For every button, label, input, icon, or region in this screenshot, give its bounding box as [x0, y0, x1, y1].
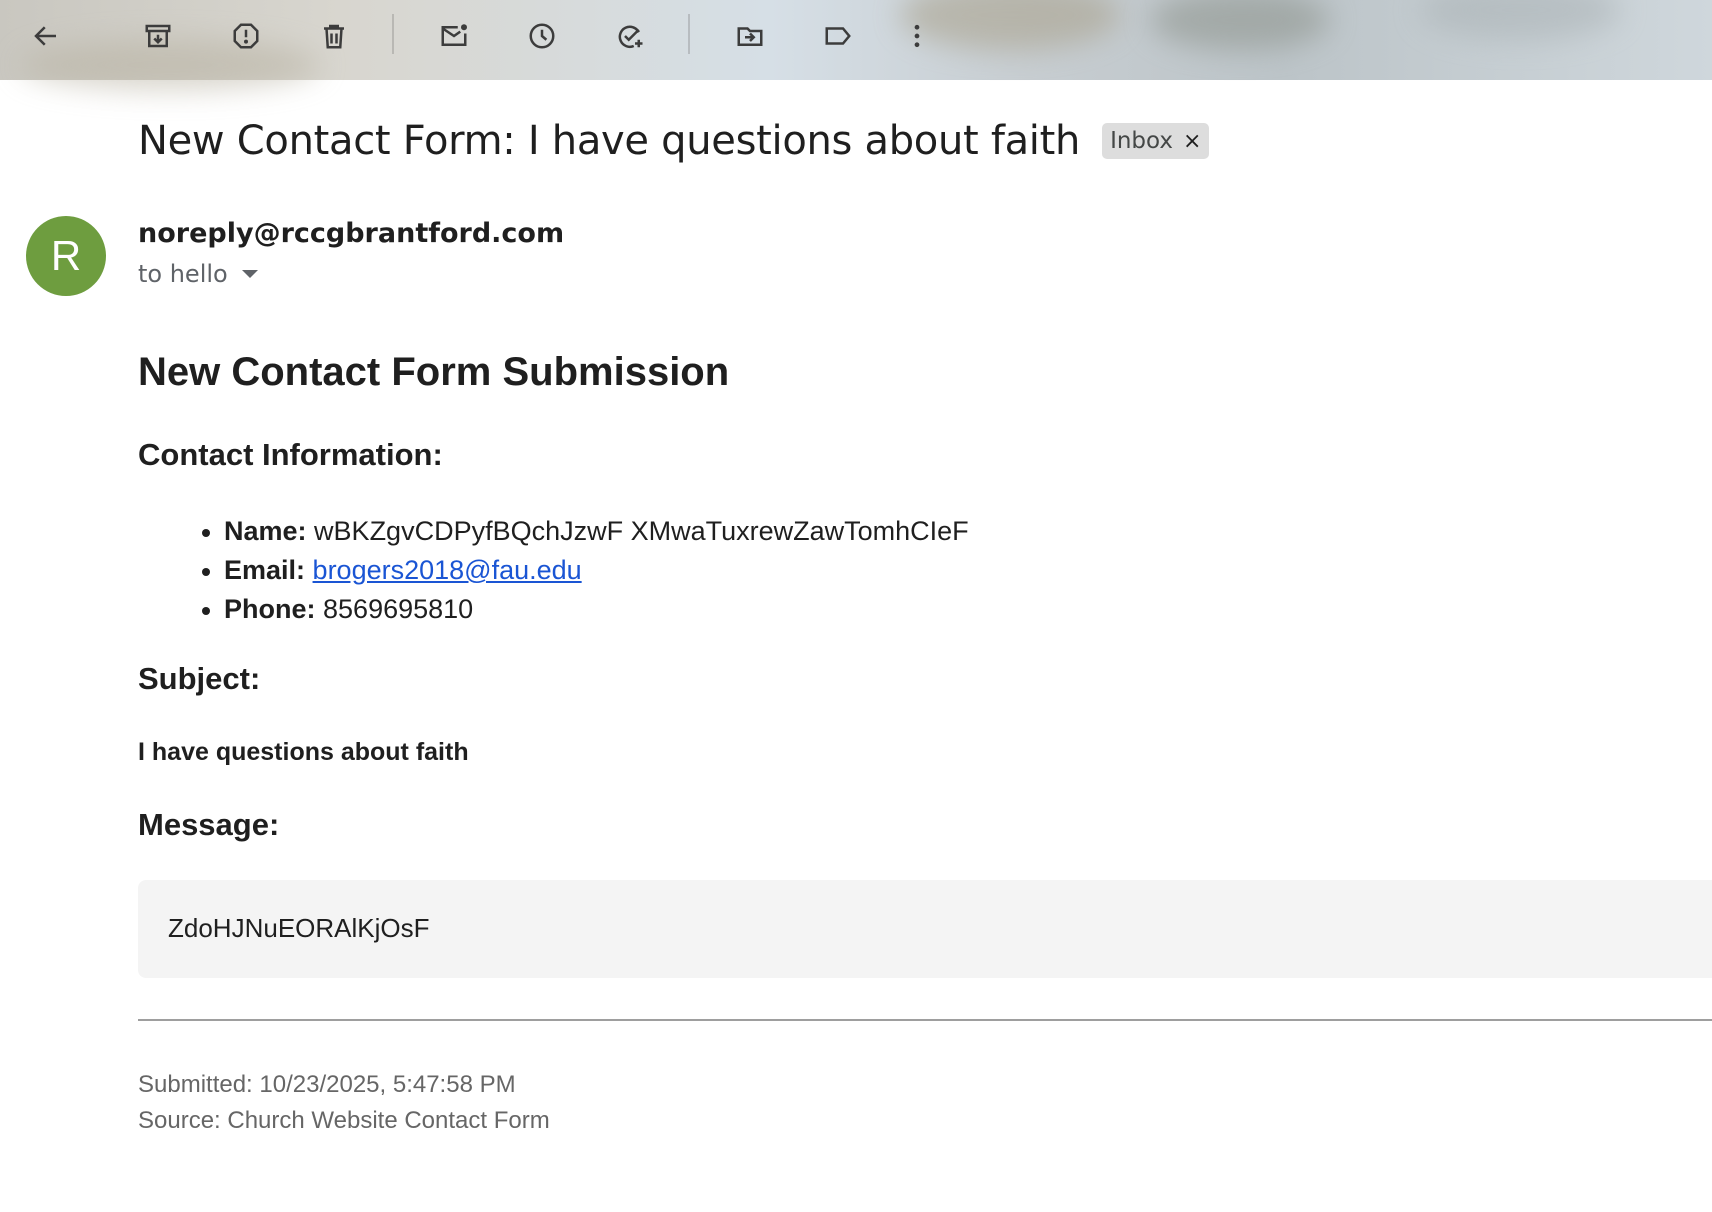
source-text: Source: Church Website Contact Form	[138, 1107, 550, 1134]
label-chip-text: Inbox	[1110, 128, 1173, 154]
message-heading: Message:	[138, 807, 280, 842]
submitted-timestamp: Submitted: 10/23/2025, 5:47:58 PM	[138, 1071, 516, 1098]
body-heading: New Contact Form Submission	[138, 350, 730, 394]
toolbar-divider	[392, 14, 394, 54]
subject-heading: Subject:	[138, 661, 261, 696]
avatar[interactable]: R	[26, 216, 106, 296]
email-label: Email:	[224, 555, 306, 585]
email-link[interactable]: brogers2018@fau.edu	[313, 555, 582, 585]
report-spam-icon[interactable]	[222, 12, 270, 60]
subject-row: New Contact Form: I have questions about…	[138, 118, 1210, 164]
subject-value: I have questions about faith	[138, 738, 469, 766]
inbox-label-chip[interactable]: Inbox ×	[1102, 123, 1210, 159]
message-value: ZdoHJNuEORAlKjOsF	[168, 913, 430, 943]
archive-icon[interactable]	[134, 12, 182, 60]
label-icon[interactable]	[814, 12, 862, 60]
phone-label: Phone:	[224, 594, 316, 624]
recipient-line: to hello	[138, 260, 258, 288]
footer: Submitted: 10/23/2025, 5:47:58 PM Source…	[138, 1067, 550, 1139]
add-task-icon[interactable]	[606, 12, 654, 60]
snooze-icon[interactable]	[518, 12, 566, 60]
message-box: ZdoHJNuEORAlKjOsF	[138, 880, 1712, 978]
email-body: New Contact Form Submission Contact Info…	[138, 345, 1712, 1134]
show-details-caret-icon[interactable]	[241, 270, 258, 278]
contact-info-heading: Contact Information:	[138, 437, 443, 472]
more-vert-icon[interactable]	[893, 12, 941, 60]
phone-value: 8569695810	[323, 594, 474, 624]
list-item-email: Email: brogers2018@fau.edu	[202, 551, 969, 590]
sender-address[interactable]: noreply@rccgbrantford.com	[138, 218, 564, 249]
toolbar-divider	[688, 14, 690, 54]
list-item-name: Name: wBKZgvCDPyfBQchJzwF XMwaTuxrewZawT…	[202, 512, 969, 551]
contact-info-list: Name: wBKZgvCDPyfBQchJzwF XMwaTuxrewZawT…	[202, 512, 969, 629]
back-arrow-icon[interactable]	[22, 12, 70, 60]
toolbar	[0, 0, 1712, 90]
remove-label-icon[interactable]: ×	[1183, 129, 1201, 154]
move-to-icon[interactable]	[726, 12, 774, 60]
recipient-text: to hello	[138, 260, 228, 288]
divider	[138, 1019, 1712, 1021]
mark-unread-icon[interactable]	[430, 12, 478, 60]
delete-icon[interactable]	[310, 12, 358, 60]
email-subject: New Contact Form: I have questions about…	[138, 118, 1081, 164]
name-value: wBKZgvCDPyfBQchJzwF XMwaTuxrewZawTomhCIe…	[314, 516, 969, 546]
name-label: Name:	[224, 516, 307, 546]
list-item-phone: Phone: 8569695810	[202, 590, 969, 629]
